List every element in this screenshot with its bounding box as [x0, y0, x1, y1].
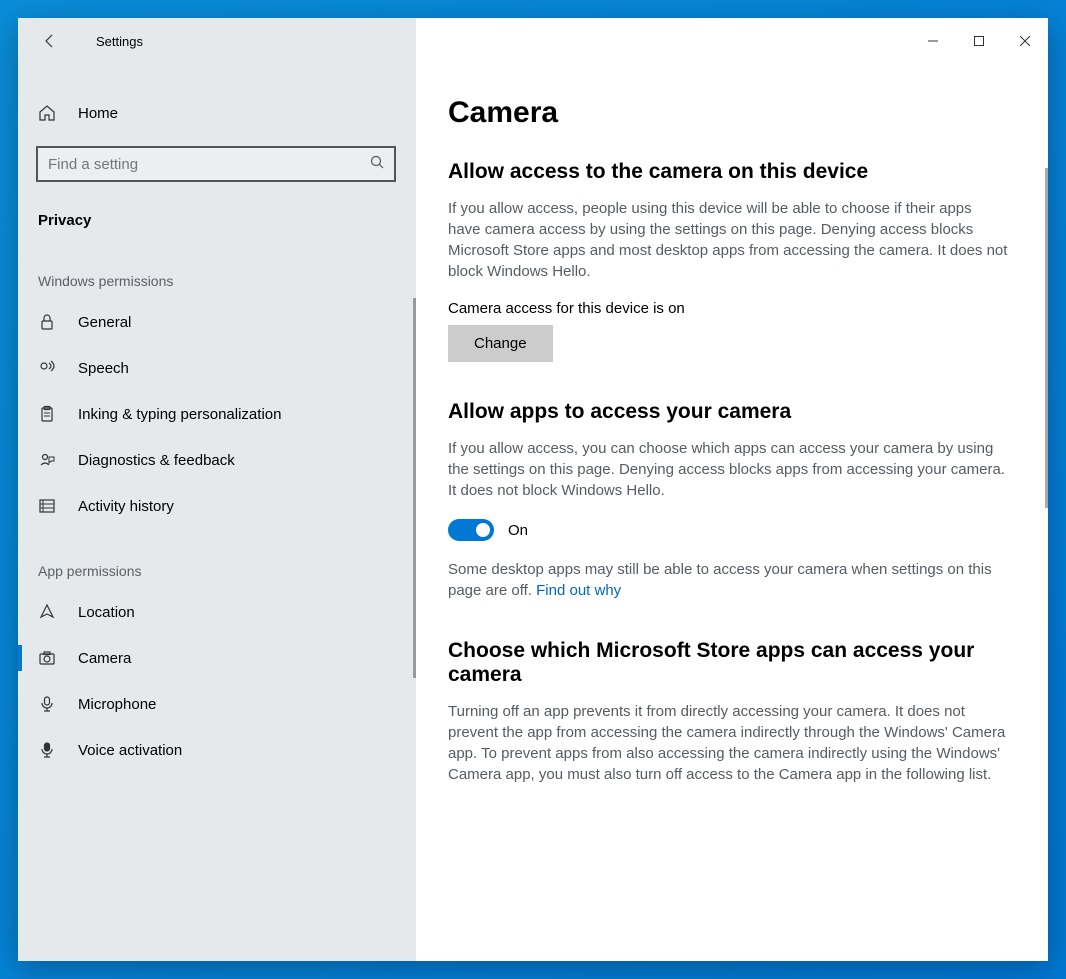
sidebar-item-label: Camera — [78, 650, 131, 667]
close-button[interactable] — [1002, 25, 1048, 57]
minimize-icon — [928, 36, 938, 46]
sidebar-home[interactable]: Home — [18, 94, 416, 132]
section-body: If you allow access, you can choose whic… — [448, 438, 1008, 501]
search-box[interactable] — [36, 146, 396, 182]
search-input[interactable] — [48, 156, 370, 173]
maximize-button[interactable] — [956, 25, 1002, 57]
body-area: Home Privacy Windows permissions General… — [18, 18, 1048, 961]
sidebar-item-camera[interactable]: Camera — [18, 635, 416, 681]
section-body: Turning off an app prevents it from dire… — [448, 701, 1008, 785]
search-icon — [370, 155, 384, 174]
sidebar-item-label: Activity history — [78, 498, 174, 515]
sidebar-category: Privacy — [18, 190, 416, 239]
sidebar-item-speech[interactable]: Speech — [18, 345, 416, 391]
toggle-row: On — [448, 519, 1018, 541]
page-title: Camera — [448, 96, 1018, 130]
speech-icon — [38, 359, 56, 377]
section-heading-apps-access: Allow apps to access your camera — [448, 400, 1018, 424]
desktop-apps-note: Some desktop apps may still be able to a… — [448, 559, 1008, 601]
section-heading-device-access: Allow access to the camera on this devic… — [448, 160, 1018, 184]
microphone-icon — [38, 695, 56, 713]
section-app-permissions: App permissions — [18, 529, 416, 589]
sidebar-item-label: Inking & typing personalization — [78, 406, 281, 423]
camera-access-status: Camera access for this device is on — [448, 300, 1018, 317]
section-heading-store-apps: Choose which Microsoft Store apps can ac… — [448, 639, 1018, 687]
lock-icon — [38, 313, 56, 331]
sidebar: Home Privacy Windows permissions General… — [18, 18, 416, 961]
section-windows-permissions: Windows permissions — [18, 239, 416, 299]
sidebar-item-location[interactable]: Location — [18, 589, 416, 635]
clipboard-icon — [38, 405, 56, 423]
content-scrollbar[interactable] — [1045, 168, 1048, 508]
sidebar-item-voice-activation[interactable]: Voice activation — [18, 727, 416, 773]
search-wrap — [18, 132, 416, 190]
sidebar-item-label: Speech — [78, 360, 129, 377]
minimize-button[interactable] — [910, 25, 956, 57]
titlebar: Settings — [18, 18, 1048, 64]
sidebar-item-microphone[interactable]: Microphone — [18, 681, 416, 727]
window-title: Settings — [96, 34, 143, 49]
back-button[interactable] — [32, 23, 68, 59]
location-icon — [38, 603, 56, 621]
home-icon — [38, 104, 56, 122]
camera-icon — [38, 649, 56, 667]
toggle-label: On — [508, 522, 528, 539]
feedback-icon — [38, 451, 56, 469]
sidebar-item-label: Diagnostics & feedback — [78, 452, 235, 469]
window-controls — [910, 25, 1048, 57]
maximize-icon — [974, 36, 984, 46]
sidebar-item-label: Location — [78, 604, 135, 621]
section-body: If you allow access, people using this d… — [448, 198, 1008, 282]
voice-icon — [38, 741, 56, 759]
apps-access-toggle[interactable] — [448, 519, 494, 541]
sidebar-item-label: General — [78, 314, 131, 331]
note-text: Some desktop apps may still be able to a… — [448, 561, 992, 599]
sidebar-item-general[interactable]: General — [18, 299, 416, 345]
arrow-left-icon — [42, 33, 58, 49]
sidebar-home-label: Home — [78, 105, 118, 122]
sidebar-item-diagnostics[interactable]: Diagnostics & feedback — [18, 437, 416, 483]
sidebar-item-label: Microphone — [78, 696, 156, 713]
close-icon — [1020, 36, 1030, 46]
sidebar-item-activity[interactable]: Activity history — [18, 483, 416, 529]
sidebar-item-inking[interactable]: Inking & typing personalization — [18, 391, 416, 437]
activity-icon — [38, 497, 56, 515]
sidebar-item-label: Voice activation — [78, 742, 182, 759]
find-out-why-link[interactable]: Find out why — [536, 582, 621, 599]
settings-window: Settings Home — [18, 18, 1048, 961]
content-area: Camera Allow access to the camera on thi… — [416, 18, 1048, 961]
change-button[interactable]: Change — [448, 325, 553, 362]
